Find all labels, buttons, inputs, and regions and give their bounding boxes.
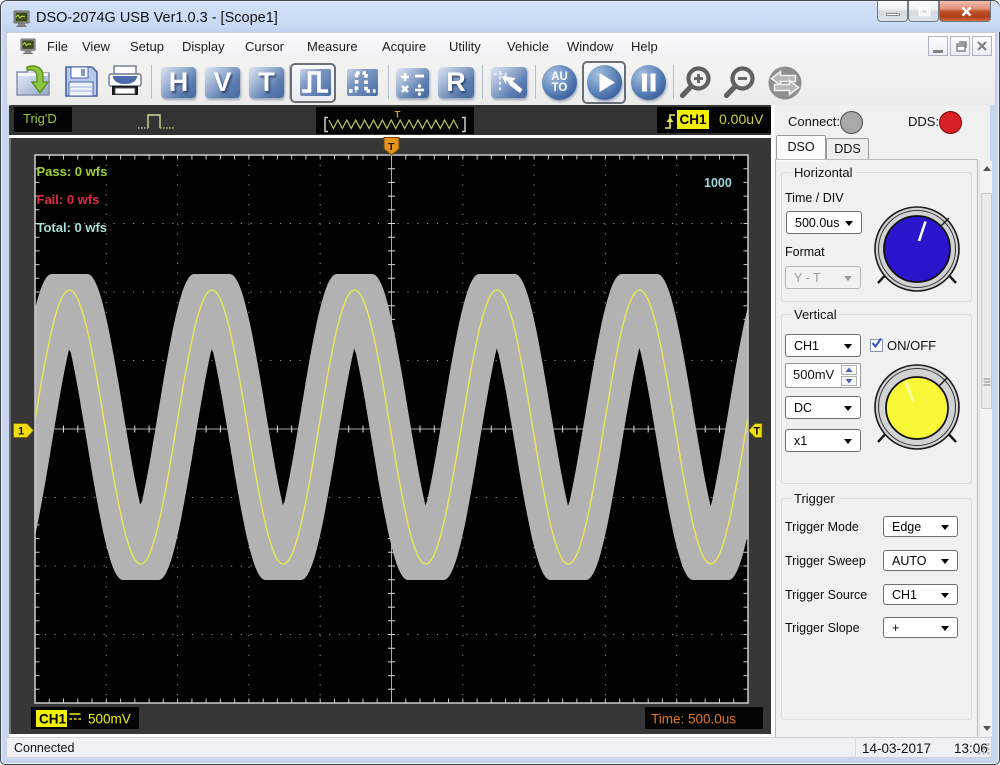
svg-text:T: T xyxy=(754,426,761,438)
svg-text:Fail: 0 wfs: Fail: 0 wfs xyxy=(37,192,100,207)
svg-text:T: T xyxy=(388,141,395,153)
svg-text:Total: 0 wfs: Total: 0 wfs xyxy=(37,220,108,235)
svg-text:Time: 500.0us: Time: 500.0us xyxy=(651,712,736,727)
svg-text:Pass: 0 wfs: Pass: 0 wfs xyxy=(37,164,108,179)
svg-text:1: 1 xyxy=(18,426,24,438)
svg-text:CH1: CH1 xyxy=(39,712,66,727)
svg-text:500mV: 500mV xyxy=(88,712,131,727)
svg-text:1000: 1000 xyxy=(704,176,732,190)
